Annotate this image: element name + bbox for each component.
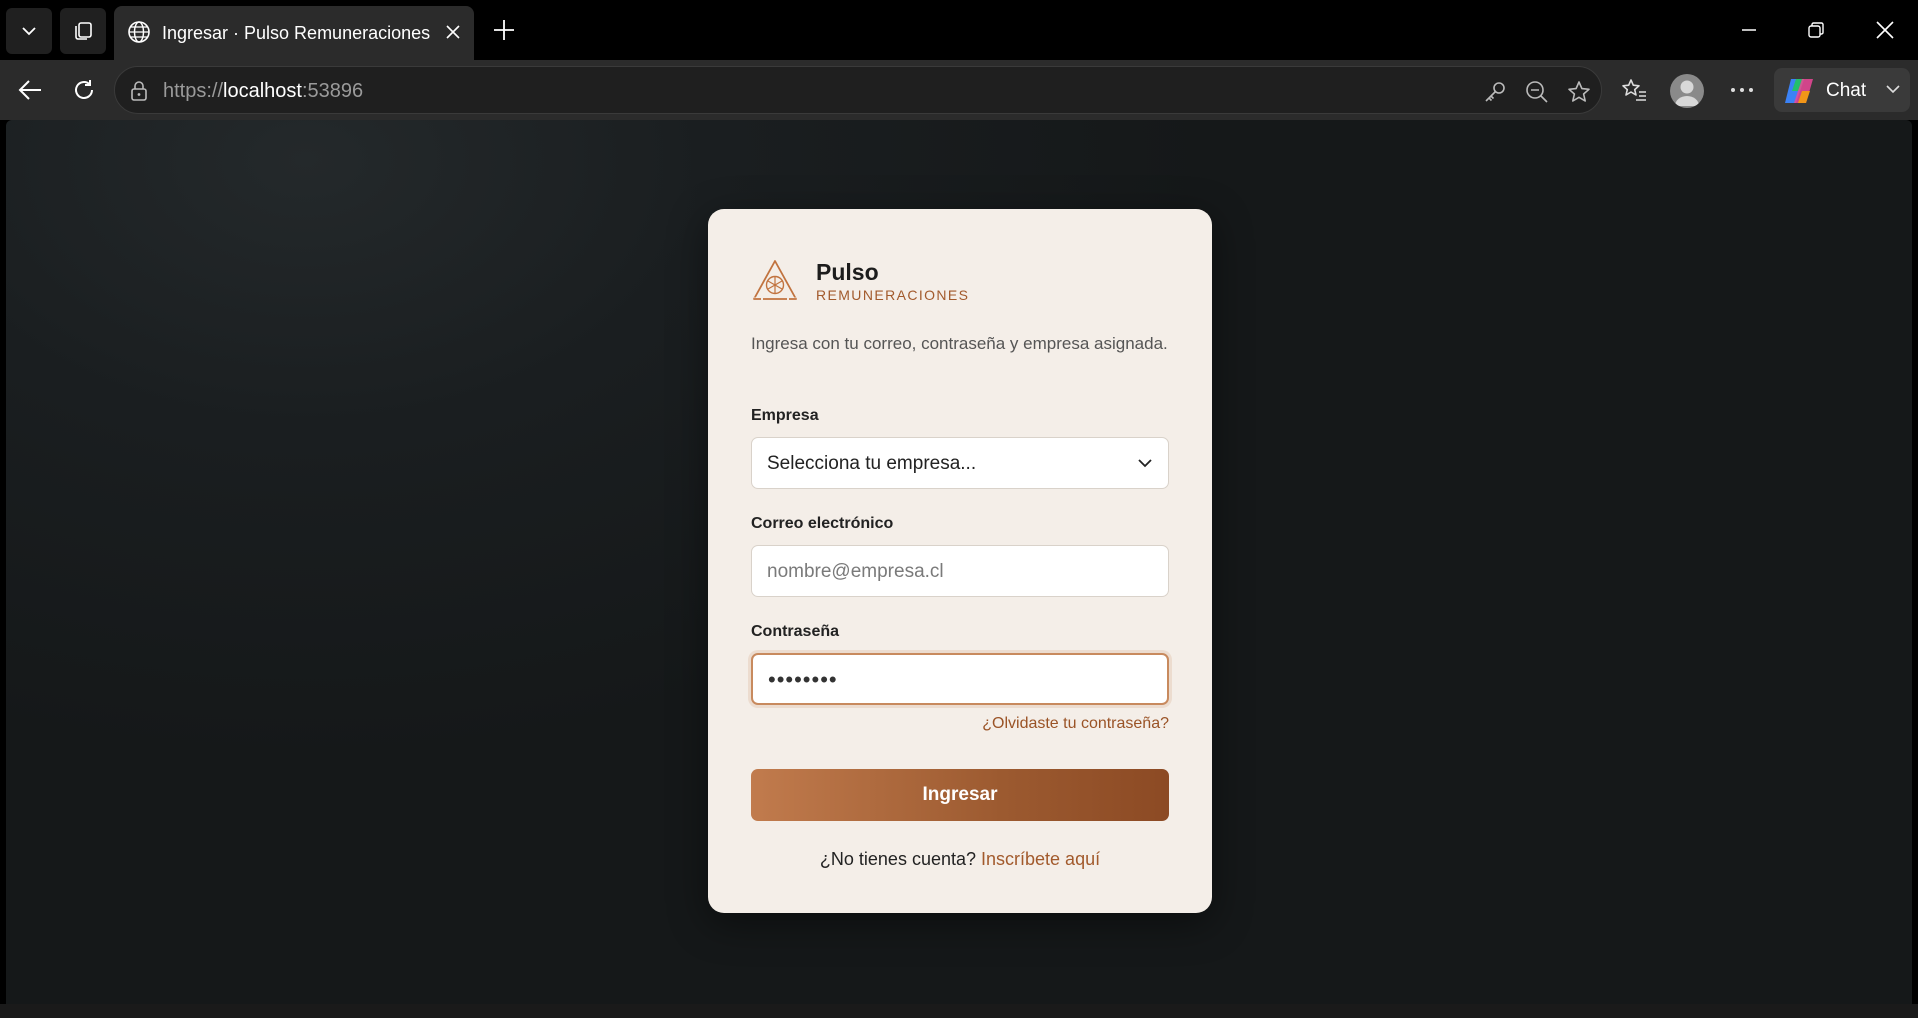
chevron-down-icon	[1886, 85, 1900, 94]
forgot-password-link[interactable]: ¿Olvidaste tu contraseña?	[982, 715, 1169, 733]
pulso-logo-icon	[753, 260, 797, 301]
intro-text: Ingresa con tu correo, contraseña y empr…	[751, 334, 1168, 353]
signup-row: ¿No tienes cuenta? Inscríbete aquí	[708, 849, 1212, 870]
company-select[interactable]: Selecciona tu empresa...	[751, 437, 1169, 489]
close-icon	[446, 25, 460, 39]
signup-link[interactable]: Inscríbete aquí	[981, 849, 1100, 869]
tab-close-button[interactable]	[440, 19, 466, 45]
submit-label: Ingresar	[922, 784, 998, 805]
copilot-chat-button[interactable]: Chat	[1774, 68, 1910, 112]
zoom-out-icon	[1526, 81, 1548, 103]
more-horizontal-icon	[1731, 88, 1753, 92]
password-label: Contraseña	[751, 623, 840, 640]
new-tab-button[interactable]	[486, 12, 522, 48]
password-field[interactable]: ••••••••	[751, 653, 1169, 705]
password-value: ••••••••	[768, 667, 838, 692]
browser-toolbar: https://localhost:53896 Chat	[0, 60, 1918, 120]
chat-label: Chat	[1826, 80, 1867, 101]
minimize-icon	[1742, 29, 1756, 31]
globe-icon	[128, 21, 150, 43]
browser-tab-bar: Ingresar · Pulso Remuneraciones	[0, 0, 1918, 60]
workspaces-icon	[75, 22, 92, 40]
plus-icon	[494, 20, 514, 40]
chevron-down-icon	[22, 27, 36, 36]
company-label: Empresa	[751, 407, 819, 424]
person-icon	[1675, 80, 1699, 106]
reload-icon	[75, 80, 93, 99]
chevron-down-icon	[1138, 459, 1152, 468]
lock-icon	[131, 81, 147, 101]
zoom-out-button[interactable]	[1523, 78, 1551, 106]
more-menu-button[interactable]	[1724, 72, 1760, 108]
email-placeholder: nombre@empresa.cl	[767, 561, 944, 582]
favorite-button[interactable]	[1565, 78, 1593, 106]
minimize-button[interactable]	[1726, 10, 1772, 50]
email-field[interactable]: nombre@empresa.cl	[751, 545, 1169, 597]
favorites-list-icon	[1622, 79, 1646, 101]
close-icon	[1876, 21, 1894, 39]
password-key-button[interactable]	[1481, 78, 1509, 106]
restore-button[interactable]	[1793, 10, 1839, 50]
active-tab[interactable]: Ingresar · Pulso Remuneraciones	[114, 6, 474, 60]
signup-prompt: ¿No tienes cuenta?	[819, 849, 976, 869]
restore-icon	[1808, 22, 1824, 38]
email-label: Correo electrónico	[751, 515, 894, 532]
url-text: https://localhost:53896	[163, 80, 364, 102]
reload-button[interactable]	[64, 70, 104, 110]
login-submit-button[interactable]: Ingresar	[751, 769, 1169, 821]
tab-list-button[interactable]	[6, 8, 52, 54]
close-window-button[interactable]	[1862, 10, 1908, 50]
login-card: Pulso REMUNERACIONES Ingresa con tu corr…	[708, 209, 1212, 913]
company-select-value: Selecciona tu empresa...	[767, 453, 977, 474]
star-icon	[1568, 81, 1590, 102]
window-bottom-edge	[0, 1004, 1918, 1018]
back-button[interactable]	[10, 70, 50, 110]
back-arrow-icon	[18, 80, 41, 100]
profile-avatar[interactable]	[1670, 74, 1704, 108]
workspaces-button[interactable]	[60, 8, 106, 54]
address-bar[interactable]: https://localhost:53896	[114, 66, 1602, 114]
favorites-button[interactable]	[1616, 72, 1652, 108]
brand-name: Pulso	[816, 259, 879, 285]
brand-subtitle: REMUNERACIONES	[816, 287, 970, 303]
copilot-icon	[1785, 79, 1813, 103]
key-icon	[1485, 82, 1505, 102]
tab-title: Ingresar · Pulso Remuneraciones	[162, 23, 431, 43]
